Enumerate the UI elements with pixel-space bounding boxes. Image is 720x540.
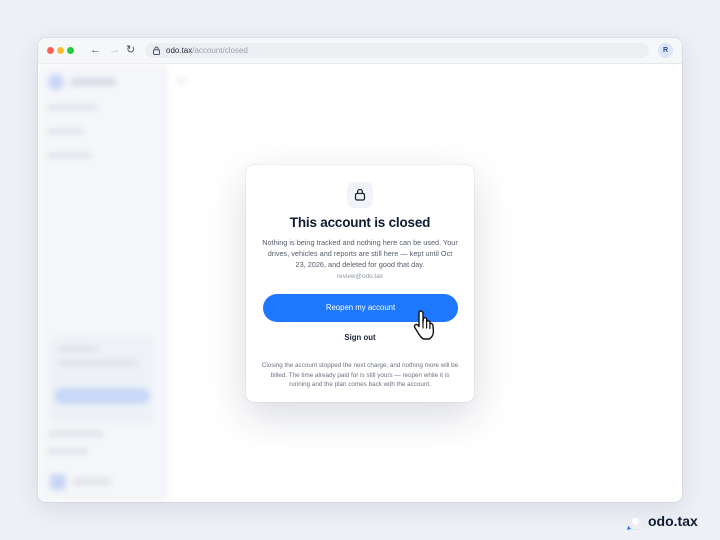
profile-avatar[interactable]: R [658, 43, 673, 58]
lock-badge [347, 182, 373, 208]
lock-icon [354, 188, 366, 201]
app-brand-placeholder [70, 78, 116, 86]
sidebar-card-line [58, 360, 138, 366]
url-host: odo.tax [166, 46, 193, 55]
close-window-button[interactable] [47, 47, 54, 54]
address-bar[interactable]: odo.tax/account/closed [145, 43, 649, 58]
sidebar-item [48, 128, 84, 135]
reload-icon[interactable]: ↻ [126, 43, 135, 57]
sidebar-item [48, 448, 88, 455]
billing-note: Closing the account stopped the next cha… [261, 362, 459, 388]
sidebar [38, 64, 167, 502]
url-text: odo.tax/account/closed [166, 43, 248, 58]
main-breadcrumb [176, 78, 186, 84]
sidebar-card-button [54, 388, 150, 404]
dialog-title: This account is closed [289, 215, 431, 230]
hand-pointer-icon [413, 310, 435, 340]
account-closed-dialog: This account is closed Nothing is being … [246, 165, 474, 402]
odo-tax-logo-icon [627, 512, 645, 530]
sidebar-user-name [72, 478, 112, 485]
maximize-window-button[interactable] [67, 47, 74, 54]
back-arrow-icon[interactable]: ← [90, 43, 101, 57]
sidebar-avatar [50, 474, 66, 490]
minimize-window-button[interactable] [57, 47, 64, 54]
url-path: /account/closed [192, 46, 248, 55]
sidebar-item [48, 430, 104, 437]
forward-arrow-icon[interactable]: → [109, 43, 120, 57]
lock-icon [153, 46, 160, 55]
sidebar-item [48, 104, 98, 111]
brand-name: odo.tax [648, 513, 698, 529]
browser-toolbar: ← → ↻ odo.tax/account/closed R [38, 38, 682, 64]
sidebar-item [48, 152, 92, 159]
account-email: review@odo.tax [337, 273, 383, 280]
dialog-description: Nothing is being tracked and nothing her… [262, 238, 458, 269]
app-logo [48, 74, 64, 90]
sidebar-card-line [58, 346, 98, 352]
